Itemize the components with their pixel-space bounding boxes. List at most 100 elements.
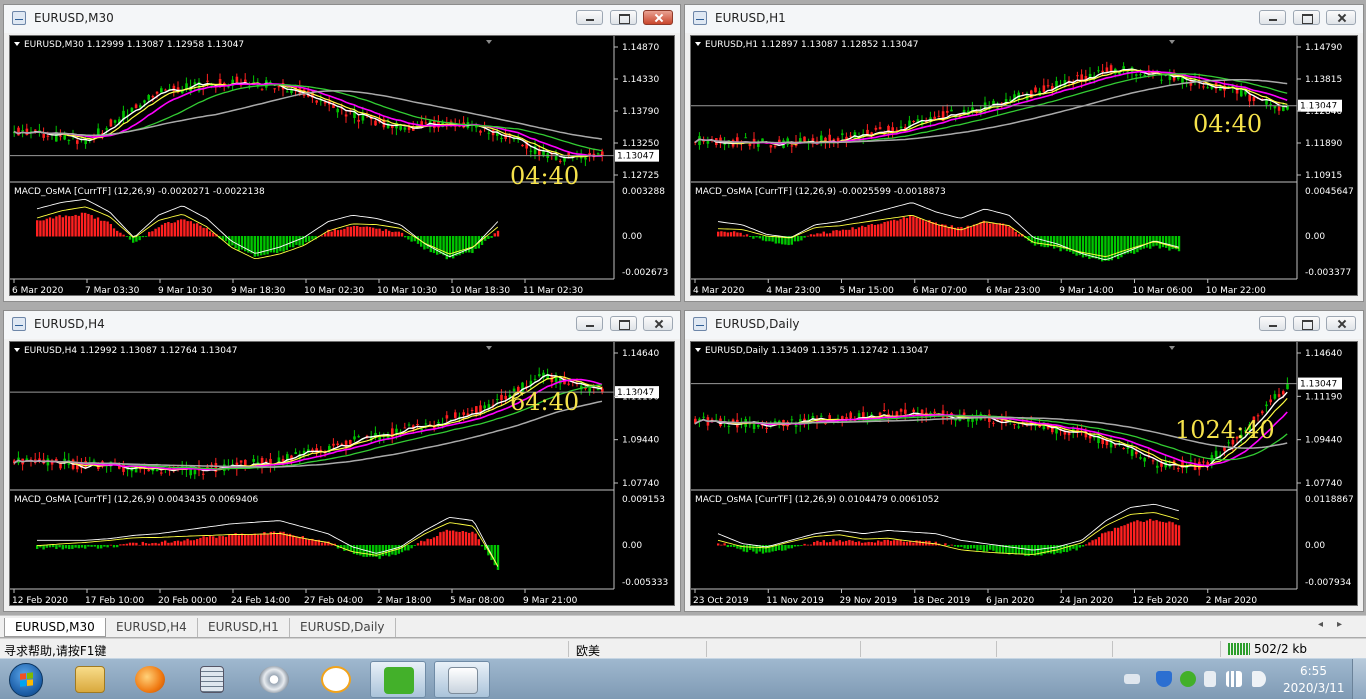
shield-icon[interactable] <box>1156 671 1172 687</box>
window-titlebar[interactable]: EURUSD,H1 <box>685 5 1363 33</box>
taskbar-app-m[interactable] <box>308 661 364 698</box>
window-titlebar[interactable]: EURUSD,Daily <box>685 311 1363 339</box>
chart-canvas[interactable]: 1.13047 1.14870 1.14330 1.13790 1.13250 1.127… <box>10 36 675 296</box>
taskbar-media[interactable] <box>246 661 302 698</box>
chart-window-icon <box>693 11 707 25</box>
time-axis-label: 24 Feb 14:00 <box>231 596 290 606</box>
price-tick-label: 1.13790 <box>622 107 659 117</box>
time-axis-label: 17 Feb 10:00 <box>85 596 144 606</box>
tab-eurusd-h1[interactable]: EURUSD,H1 <box>198 618 290 637</box>
maximize-button[interactable] <box>610 10 637 25</box>
time-axis-label: 9 Mar 18:30 <box>231 286 286 296</box>
volume-icon[interactable] <box>1252 671 1266 687</box>
macd-tick-label: 0.00 <box>1305 541 1325 551</box>
clock-time[interactable]: 6:55 <box>1300 664 1327 678</box>
connection-status-icon <box>1228 643 1250 655</box>
price-chart[interactable]: 1.13047 1.14640 1.11190 1.09440 1.07740 EURUS… <box>9 341 675 606</box>
tab-eurusd-m30[interactable]: EURUSD,M30 <box>4 618 106 637</box>
price-chart[interactable]: 1.13047 1.14870 1.14330 1.13790 1.13250 1.127… <box>9 35 675 296</box>
chart-window-icon <box>12 317 26 331</box>
price-chart[interactable]: 1.13047 1.14790 1.13815 1.12840 1.11890 1.109… <box>690 35 1358 296</box>
current-price-label: 1.13047 <box>617 152 654 162</box>
price-tick-label: 1.12725 <box>622 171 659 181</box>
macd-tick-label: 0.003288 <box>622 187 665 197</box>
keyboard-icon[interactable] <box>1124 674 1140 684</box>
window-titlebar[interactable]: EURUSD,M30 <box>4 5 680 33</box>
time-axis-label: 11 Nov 2019 <box>766 596 824 606</box>
price-tick-label: 1.14790 <box>1305 43 1342 53</box>
maximize-button[interactable] <box>1293 316 1320 331</box>
price-tick-label: 1.07740 <box>1305 479 1342 489</box>
time-axis-label: 10 Mar 10:30 <box>377 286 437 296</box>
chart-canvas[interactable]: 1.130471.146401.111901.094401.07740EURUS… <box>10 342 675 606</box>
clock-date[interactable]: 2020/3/11 <box>1283 681 1345 695</box>
time-axis-label: 7 Mar 03:30 <box>85 286 140 296</box>
macd-tick-label: 0.009153 <box>622 495 665 505</box>
window-title: EURUSD,M30 <box>34 11 114 25</box>
status-help-text: 寻求帮助,请按F1键 <box>4 644 107 658</box>
time-axis-label: 5 Mar 15:00 <box>840 286 895 296</box>
price-tick-label: 1.13250 <box>622 139 659 149</box>
tab-eurusd-daily[interactable]: EURUSD,Daily <box>290 618 396 637</box>
time-axis-label: 9 Mar 14:00 <box>1059 286 1114 296</box>
close-button[interactable] <box>1326 316 1356 331</box>
status-traffic: 502/2 kb <box>1254 642 1307 656</box>
current-price-label: 1.13047 <box>1300 380 1337 390</box>
taskbar-metatrader[interactable] <box>434 661 490 698</box>
taskbar-browser[interactable] <box>122 661 178 698</box>
minimize-button[interactable] <box>1259 316 1286 331</box>
wechat-tray-icon[interactable] <box>1180 671 1196 687</box>
taskbar-calculator[interactable] <box>184 661 240 698</box>
minimize-button[interactable] <box>576 316 603 331</box>
chart-canvas[interactable]: 1.130471.147901.138151.128401.118901.109… <box>691 36 1358 296</box>
chart-canvas[interactable]: 1.130471.146401.111901.094401.07740EURUS… <box>691 342 1358 606</box>
price-tick-label: 1.07740 <box>622 479 659 489</box>
candle-countdown-timer: 1024:40 <box>1175 416 1275 444</box>
price-tick-label: 1.14870 <box>622 43 659 53</box>
status-profile[interactable]: 欧美 <box>576 642 600 659</box>
chart-window-eurusd-daily[interactable]: EURUSD,Daily 1.13047 1.14640 1.11190 1.09440… <box>684 310 1364 612</box>
time-axis-label: 6 Jan 2020 <box>986 596 1034 606</box>
media-player-icon <box>259 666 289 693</box>
start-button[interactable] <box>4 661 48 698</box>
tab-scroll-arrows-icon[interactable]: ◂▸ <box>1318 619 1356 630</box>
maximize-button[interactable] <box>610 316 637 331</box>
window-title: EURUSD,H4 <box>34 317 105 331</box>
chart-window-icon <box>12 11 26 25</box>
price-tick-label: 1.09440 <box>622 436 659 446</box>
macd-tick-label: 0.00 <box>622 541 642 551</box>
calculator-icon <box>200 666 224 693</box>
macd-indicator-label: MACD_OsMA [CurrTF] (12,26,9) 0.0043435 0… <box>14 495 259 505</box>
usb-icon[interactable] <box>1204 671 1216 687</box>
candle-countdown-timer: 04:40 <box>1193 110 1262 138</box>
show-desktop-button[interactable] <box>1352 659 1366 699</box>
price-chart[interactable]: 1.13047 1.14640 1.11190 1.09440 1.07740 EURUS… <box>690 341 1358 606</box>
close-button[interactable] <box>643 316 673 331</box>
candle-countdown-timer: 64:40 <box>510 388 579 416</box>
chart-window-eurusd-m30[interactable]: EURUSD,M30 1.13047 1.14870 1.14330 1.13790 1.… <box>3 4 681 302</box>
macd-tick-label: -0.003377 <box>1305 268 1351 278</box>
taskbar: 6:55 2020/3/11 <box>0 658 1366 699</box>
macd-tick-label: -0.002673 <box>622 268 668 278</box>
chart-window-eurusd-h1[interactable]: EURUSD,H1 1.13047 1.14790 1.13815 1.12840 1.1… <box>684 4 1364 302</box>
close-button[interactable] <box>643 10 673 25</box>
price-tick-label: 1.09440 <box>1305 436 1342 446</box>
maximize-button[interactable] <box>1293 10 1320 25</box>
chart-window-eurusd-h4[interactable]: EURUSD,H4 1.13047 1.14640 1.11190 1.09440 1.0… <box>3 310 681 612</box>
time-axis-label: 9 Mar 10:30 <box>158 286 213 296</box>
window-titlebar[interactable]: EURUSD,H4 <box>4 311 680 339</box>
tab-eurusd-h4[interactable]: EURUSD,H4 <box>106 618 198 637</box>
minimize-button[interactable] <box>1259 10 1286 25</box>
network-icon[interactable] <box>1226 671 1242 687</box>
macd-indicator-label: MACD_OsMA [CurrTF] (12,26,9) 0.0104479 0… <box>695 495 939 505</box>
time-axis-label: 9 Mar 21:00 <box>523 596 578 606</box>
time-axis-label: 20 Feb 00:00 <box>158 596 217 606</box>
metatrader-icon <box>448 667 478 694</box>
status-bar: 寻求帮助,请按F1键 欧美 502/2 kb <box>0 638 1366 658</box>
minimize-button[interactable] <box>576 10 603 25</box>
taskbar-wechat[interactable] <box>370 661 426 698</box>
close-button[interactable] <box>1326 10 1356 25</box>
taskbar-explorer[interactable] <box>62 661 118 698</box>
macd-tick-label: 0.00 <box>1305 232 1325 242</box>
macd-indicator-label: MACD_OsMA [CurrTF] (12,26,9) -0.0025599 … <box>695 187 946 197</box>
